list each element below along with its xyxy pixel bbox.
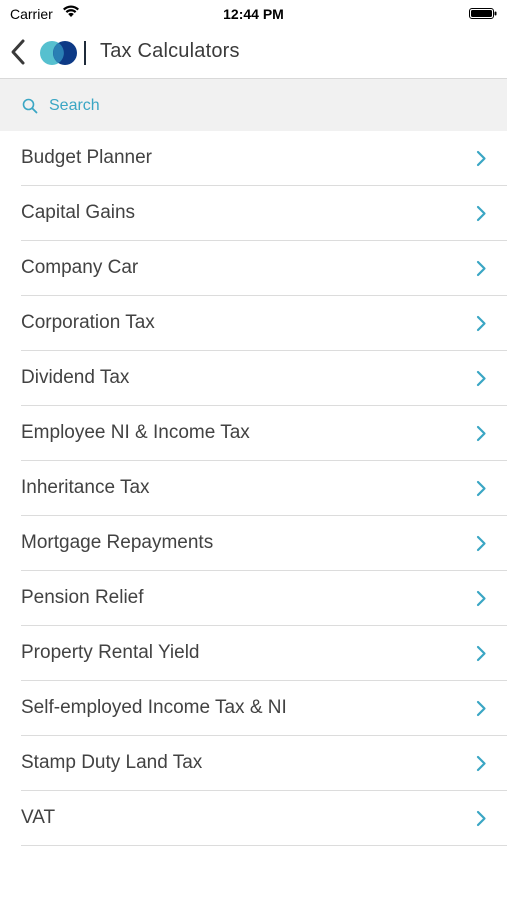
search-icon (22, 98, 38, 114)
list-item-dividend-tax[interactable]: Dividend Tax (0, 351, 507, 406)
list-item-capital-gains[interactable]: Capital Gains (0, 186, 507, 241)
chevron-right-icon (476, 480, 486, 497)
chevron-right-icon (476, 590, 486, 607)
list-item-stamp-duty-land-tax[interactable]: Stamp Duty Land Tax (0, 736, 507, 791)
list-item-label: Property Rental Yield (21, 642, 200, 663)
chevron-right-icon (476, 700, 486, 717)
chevron-right-icon (476, 810, 486, 827)
navigation-bar: Tax Calculators (0, 28, 507, 79)
list-item-label: Pension Relief (21, 587, 144, 608)
search-bar (0, 79, 507, 131)
list-item-label: Inheritance Tax (21, 477, 150, 498)
chevron-right-icon (476, 260, 486, 277)
calculator-list: Budget Planner Capital Gains Company Car… (0, 131, 507, 846)
chevron-right-icon (476, 150, 486, 167)
list-item-company-car[interactable]: Company Car (0, 241, 507, 296)
app-logo-icon (40, 41, 77, 65)
chevron-right-icon (476, 315, 486, 332)
list-item-label: Employee NI & Income Tax (21, 422, 250, 443)
list-item-label: Mortgage Repayments (21, 532, 214, 553)
list-item-label: Stamp Duty Land Tax (21, 752, 203, 773)
list-item-budget-planner[interactable]: Budget Planner (0, 131, 507, 186)
title-divider (84, 41, 86, 65)
list-item-pension-relief[interactable]: Pension Relief (0, 571, 507, 626)
list-item-property-rental-yield[interactable]: Property Rental Yield (0, 626, 507, 681)
page-title: Tax Calculators (100, 40, 240, 62)
battery-icon (469, 8, 497, 19)
list-item-self-employed-income-tax-ni[interactable]: Self-employed Income Tax & NI (0, 681, 507, 736)
list-item-label: Self-employed Income Tax & NI (21, 697, 287, 718)
status-time: 12:44 PM (223, 6, 284, 22)
row-divider (21, 845, 507, 846)
chevron-right-icon (476, 205, 486, 222)
search-input[interactable] (47, 94, 491, 118)
chevron-right-icon (476, 645, 486, 662)
chevron-right-icon (476, 535, 486, 552)
list-item-inheritance-tax[interactable]: Inheritance Tax (0, 461, 507, 516)
chevron-left-icon[interactable] (8, 38, 30, 66)
list-item-label: Budget Planner (21, 147, 152, 168)
status-bar: Carrier 12:44 PM (0, 0, 507, 28)
list-item-label: VAT (21, 807, 56, 828)
list-item-label: Corporation Tax (21, 312, 155, 333)
list-item-corporation-tax[interactable]: Corporation Tax (0, 296, 507, 351)
list-item-vat[interactable]: VAT (0, 791, 507, 846)
chevron-right-icon (476, 755, 486, 772)
list-item-label: Company Car (21, 257, 139, 278)
chevron-right-icon (476, 425, 486, 442)
list-item-employee-ni-income-tax[interactable]: Employee NI & Income Tax (0, 406, 507, 461)
list-item-label: Capital Gains (21, 202, 136, 223)
list-item-mortgage-repayments[interactable]: Mortgage Repayments (0, 516, 507, 571)
chevron-right-icon (476, 370, 486, 387)
list-item-label: Dividend Tax (21, 367, 130, 388)
